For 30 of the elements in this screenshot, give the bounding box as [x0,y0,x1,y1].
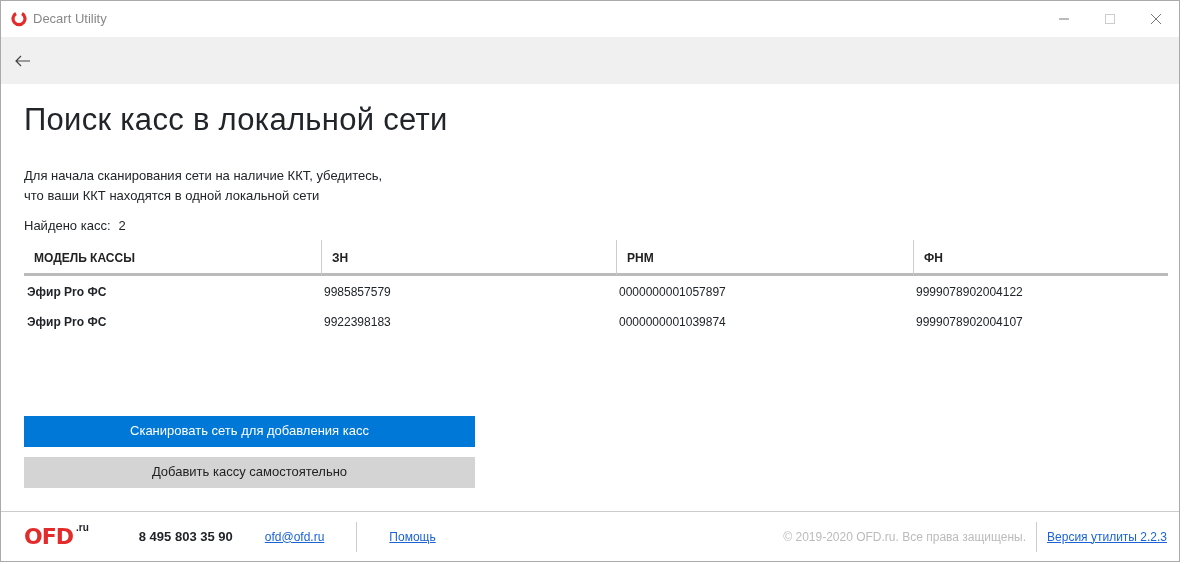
window-title: Decart Utility [33,10,107,29]
table-cell-text: Эфир Pro ФС [26,283,108,301]
copyright-text: © 2019-2020 OFD.ru. Все права защищены. [783,528,1027,546]
help-link[interactable]: Помощь [389,527,436,546]
table-cell-text: 9922398183 [323,313,392,331]
column-header: РНМ [616,239,913,276]
column-header: МОДЕЛЬ КАССЫ [24,239,321,276]
found-count: 2 [118,217,126,236]
table-cell-text: Эфир Pro ФС [26,313,108,331]
version-link[interactable]: Версия утилиты 2.2.3 [1047,527,1167,546]
column-header: ФН [913,239,1168,276]
phone-number: 8 495 803 35 90 [138,527,233,546]
description-text: что ваши ККТ находятся в одной локальной сети [24,187,321,206]
table-cell-text: 0000000001057897 [618,283,727,301]
description-text: Для начала сканирования сети на наличие ККТ, убедитесь, [24,167,384,186]
page-heading: Поиск касс в локальной сети [24,101,449,139]
logo-suffix: .ru [76,521,89,535]
table-cell-text: 0000000001039874 [618,313,727,331]
close-icon[interactable] [1150,13,1162,25]
found-label: Найдено касс: [24,217,111,236]
back-arrow-icon[interactable] [15,54,31,67]
table-cell-text: 9999078902004122 [915,283,1024,301]
table-cell-text: 9985857579 [323,283,392,301]
column-header: ЗН [321,239,616,276]
scan-network-button[interactable]: Сканировать сеть для добавления касс [24,415,475,447]
table-cell-text: 9999078902004107 [915,313,1024,331]
add-register-button[interactable]: Добавить кассу самостоятельно [24,456,475,488]
app-logo-icon [11,11,27,27]
logo-text: OFD [24,523,73,551]
email-link[interactable]: ofd@ofd.ru [264,527,325,546]
